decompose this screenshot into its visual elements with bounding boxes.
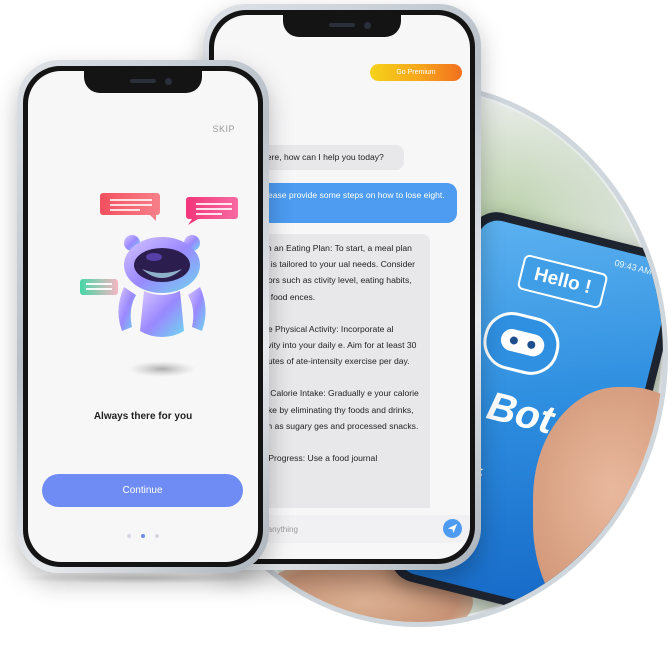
- robot-eye-icon: [526, 339, 537, 350]
- phone-notch: [84, 71, 202, 93]
- onboarding-caption: Always there for you: [93, 411, 193, 422]
- chat-bubble-icon: [100, 193, 160, 221]
- page-dot[interactable]: [155, 534, 159, 538]
- phone-shadow: [15, 572, 265, 584]
- robot-chat-illustration: [80, 193, 238, 377]
- page-dot[interactable]: [127, 534, 131, 538]
- continue-button[interactable]: Continue: [42, 474, 243, 507]
- send-icon: [447, 523, 458, 534]
- pagination-dots: [28, 534, 258, 538]
- go-premium-button[interactable]: Go Premium: [370, 64, 462, 81]
- step-paragraph: blish an Eating Plan: To start, a meal p…: [254, 243, 415, 302]
- robot-head-icon: [477, 306, 566, 381]
- phone-notch: [283, 15, 401, 37]
- skip-button[interactable]: SKIP: [212, 124, 235, 134]
- step-paragraph: itor Progress: Use a food journal: [254, 453, 378, 464]
- hello-speech-bubble: Hello !: [516, 253, 609, 310]
- send-button[interactable]: [443, 519, 462, 538]
- chat-bubble-icon: [186, 197, 238, 225]
- phone-bezel: SKIP Always there for you Continue: [23, 66, 263, 567]
- page-dot-active[interactable]: [141, 534, 145, 538]
- onboarding-phone-mockup: SKIP Always there for you Continue: [17, 60, 269, 573]
- chat-bubble-icon: [80, 279, 118, 295]
- step-paragraph: ease Physical Activity: Incorporate al a…: [254, 323, 417, 367]
- robot-face: [498, 326, 547, 359]
- onboarding-screen: SKIP Always there for you Continue: [28, 71, 258, 562]
- robot-mascot: [118, 235, 206, 377]
- step-paragraph: uce Calorie Intake: Gradually e your cal…: [254, 388, 419, 431]
- background-phone-time: 09:43 AM: [613, 257, 653, 277]
- robot-eye-icon: [509, 335, 519, 346]
